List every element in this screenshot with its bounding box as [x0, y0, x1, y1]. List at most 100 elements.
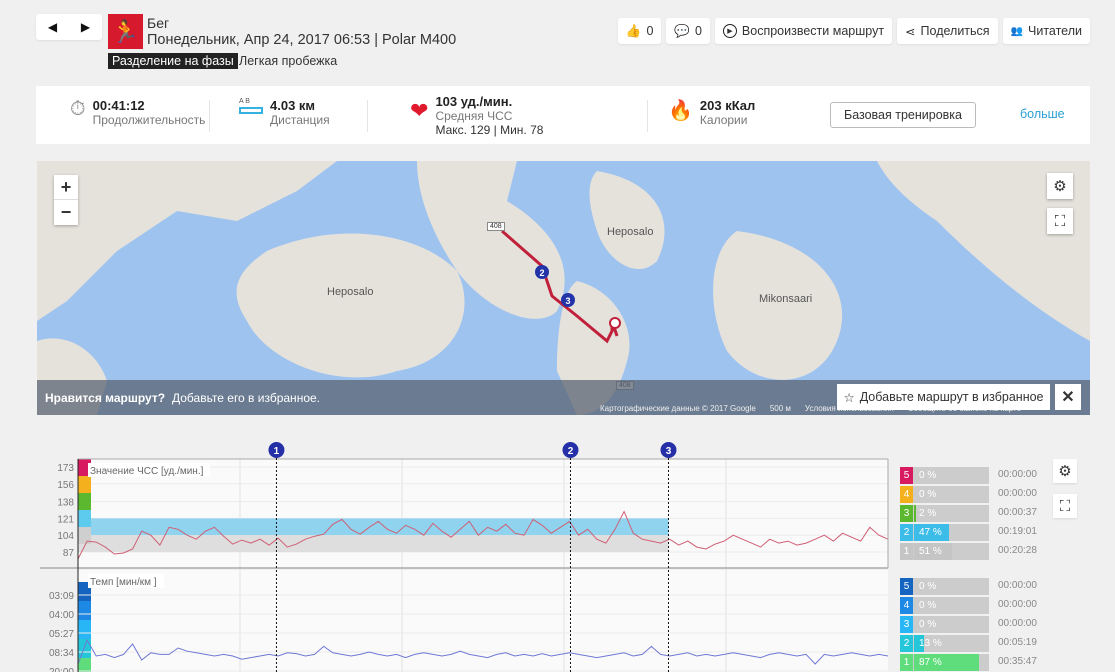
route-map[interactable]: 2 3 Heposalo Heposalo Mikonsaari 408 408: [37, 161, 1090, 415]
comment-count: 0: [694, 24, 702, 38]
zone-percent: 47 %: [919, 527, 942, 538]
add-favorite-button[interactable]: ☆ Добавьте маршрут в избранное: [837, 384, 1050, 410]
hr-zone-color: [78, 476, 91, 493]
replay-route-button[interactable]: ▶ Воспроизвести маршрут: [714, 18, 893, 44]
map-fullscreen-button[interactable]: ⛶: [1047, 208, 1073, 234]
map-terrain: 2 3: [37, 161, 1090, 415]
hr-tick-label: 156: [57, 480, 74, 491]
close-banner-button[interactable]: ✕: [1055, 384, 1081, 410]
session-datetime: Понедельник, Апр 24, 2017 06:53 | Polar …: [147, 32, 457, 48]
zone-number: 3: [900, 505, 913, 522]
stopwatch-icon: ⏱: [70, 98, 86, 120]
hr-title: Значение ЧСС [уд./мин.]: [90, 466, 204, 477]
calories-stat: 🔥 203 кКал Калории: [668, 98, 755, 127]
hr-pace-chart[interactable]: 173 156 138 121 104 87 Значение ЧСС [уд./мин.]…: [0, 436, 895, 672]
hr-tick-label: 121: [57, 514, 74, 525]
zone-time: 00:00:00: [998, 618, 1037, 629]
zone-row: 4 0 %: [900, 597, 989, 614]
zone-number: 1: [900, 654, 913, 671]
zone-time: 00:20:28: [998, 545, 1037, 556]
zone-time: 00:00:00: [998, 599, 1037, 610]
chart-fullscreen-button[interactable]: ⛶: [1053, 494, 1077, 518]
svg-text:3: 3: [565, 296, 570, 306]
zone-time: 00:19:01: [998, 526, 1037, 537]
star-icon: ☆: [843, 390, 855, 405]
hr-tick-label: 104: [57, 531, 74, 542]
zone-time: 00:00:00: [998, 469, 1037, 480]
next-button[interactable]: ▶: [81, 20, 90, 34]
zone-percent: 0 %: [919, 600, 937, 611]
zone-row: 5 0 %: [900, 578, 989, 595]
heart-icon: ❤: [410, 98, 429, 123]
zone-percent: 13 %: [919, 638, 942, 649]
action-bar: 👍 0 💬 0 ▶ Воспроизвести маршрут ⋖ Поделиться…: [617, 18, 1090, 44]
route-marker-label: 2: [539, 268, 544, 278]
thumbs-up-icon: 👍: [625, 23, 642, 38]
hr-zone1-band: [78, 535, 669, 552]
divider: [209, 100, 210, 132]
pace-tick-label: 05:27: [49, 629, 74, 640]
chart-settings-button[interactable]: ⚙: [1053, 459, 1077, 483]
pace-zone-color: [78, 601, 91, 620]
play-icon: ▶: [722, 24, 737, 38]
zone-percent: 0 %: [919, 619, 937, 630]
duration-label: Продолжительность: [92, 113, 206, 127]
comment-button[interactable]: 💬 0: [666, 18, 710, 44]
zone-percent: 2 %: [919, 508, 937, 519]
add-favorite-label: Добавьте маршрут в избранное: [859, 390, 1044, 404]
like-button[interactable]: 👍 0: [617, 18, 662, 44]
phase-name: Легкая пробежка: [239, 54, 338, 68]
banner-question: Нравится маршрут?: [45, 391, 166, 405]
activity-nav: ◀ ▶: [36, 14, 102, 40]
zone-time: 00:35:47: [998, 656, 1037, 667]
zone-number: 4: [900, 486, 913, 503]
map-label: Heposalo: [327, 286, 374, 298]
like-count: 0: [646, 24, 654, 38]
zone-row: 4 0 %: [900, 486, 989, 503]
zone-row: 5 0 %: [900, 467, 989, 484]
share-button[interactable]: ⋖ Поделиться: [897, 18, 998, 44]
zone-time: 00:00:00: [998, 580, 1037, 591]
ab-label: A B: [239, 98, 250, 105]
zone-number: 5: [900, 578, 913, 595]
hr-label: Средняя ЧСС: [435, 109, 513, 123]
base-training-button[interactable]: Базовая тренировка: [830, 102, 976, 128]
duration-value: 00:41:12: [92, 98, 145, 113]
zone-time: 00:00:37: [998, 507, 1037, 518]
zone-number: 1: [900, 543, 913, 560]
followers-label: Читатели: [1028, 24, 1082, 38]
hr-tick-label: 173: [57, 463, 74, 474]
pace-zone-color: [78, 639, 91, 658]
distance-value: 4.03 км: [270, 98, 316, 113]
more-link[interactable]: больше: [1020, 107, 1065, 121]
zone-number: 4: [900, 597, 913, 614]
zone-number: 2: [900, 524, 913, 541]
previous-button[interactable]: ◀: [48, 20, 57, 34]
pace-zone-color: [78, 620, 91, 639]
pace-tick-label: 04:00: [49, 610, 74, 621]
zone-row: 2 47 %: [900, 524, 989, 541]
gear-icon: ⚙: [1053, 178, 1067, 195]
map-zoom-control: + −: [54, 175, 78, 225]
pace-title: Темп [мин/км ]: [90, 577, 157, 588]
phase-tag: Разделение на фазы: [108, 53, 238, 69]
zone-number: 3: [900, 616, 913, 633]
people-icon: 👥: [1010, 25, 1024, 37]
zone-percent: 0 %: [919, 470, 937, 481]
duration-stat: ⏱ 00:41:12 Продолжительность: [70, 98, 205, 127]
start-pin[interactable]: [609, 317, 621, 329]
followers-button[interactable]: 👥 Читатели: [1002, 18, 1090, 44]
divider: [367, 100, 368, 132]
map-label: Mikonsaari: [759, 293, 813, 305]
summary-panel: ⏱ 00:41:12 Продолжительность A B 4.03 км Д…: [36, 86, 1090, 144]
zoom-out-button[interactable]: −: [54, 200, 78, 224]
share-icon: ⋖: [905, 24, 916, 39]
zone-time: 00:05:19: [998, 637, 1037, 648]
hr-stat: ❤ 103 уд./мин. Средняя ЧСС Макс. 129 | Мин…: [410, 94, 543, 137]
zoom-in-button[interactable]: +: [54, 175, 78, 200]
zone-number: 5: [900, 467, 913, 484]
map-settings-button[interactable]: ⚙: [1047, 173, 1073, 199]
comment-icon: 💬: [674, 23, 690, 38]
hr-tick-label: 87: [63, 548, 75, 559]
zone-percent: 87 %: [919, 657, 942, 668]
